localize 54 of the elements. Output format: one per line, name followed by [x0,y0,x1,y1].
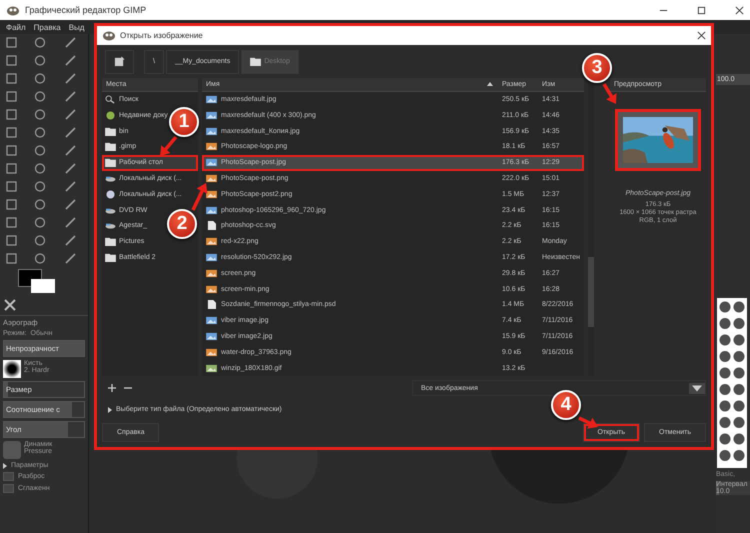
scrollbar[interactable] [588,78,594,376]
folder-icon [250,57,262,66]
image-file-icon [206,348,217,357]
image-file-icon [206,253,217,262]
drive-icon [105,221,116,230]
folder-icon [105,126,116,136]
image-file-icon [206,316,217,326]
image-file-icon [206,158,217,168]
image-file-icon [206,190,217,199]
dialog-title: Открыть изображение [120,30,203,40]
close-icon[interactable] [735,6,744,14]
type-location-button[interactable] [105,50,134,74]
menu-item[interactable]: Выд [68,22,84,32]
document-icon [206,300,217,310]
edit-icon [114,56,125,68]
folder-icon [105,158,116,168]
checkbox[interactable] [3,472,14,481]
gimp-logo-icon [102,29,116,42]
folder-icon [105,253,116,262]
image-file-icon [206,206,217,215]
document-icon [206,221,217,230]
image-file-icon [206,237,217,246]
color-swatches[interactable] [18,269,55,295]
gimp-logo-icon [6,4,20,16]
arrow [160,136,178,156]
image-file-icon [206,126,217,136]
image-file-icon [206,268,217,278]
disc-icon [105,190,116,199]
add-icon[interactable] [108,384,116,392]
image-file-icon [206,332,217,341]
tools-icon [4,299,16,311]
image-file-icon [206,95,217,104]
menu-item[interactable]: Файл [6,22,26,32]
brush-preview[interactable] [3,360,21,378]
image-file-icon [206,142,217,152]
image-file-icon [206,364,217,373]
window-title: Графический редактор GIMP [25,5,146,15]
maximize-icon[interactable] [697,6,706,14]
image-file-icon [206,284,217,294]
image-file-icon [206,174,217,184]
menu-item[interactable]: Правка [34,22,61,32]
expander-icon[interactable] [108,406,112,412]
search-icon [105,95,116,104]
drive-icon [105,206,116,215]
caret-icon [689,382,705,394]
drive-icon [105,174,116,184]
sort-icon [487,82,493,86]
folder-icon [105,237,116,246]
close-icon[interactable] [697,30,706,40]
arrow [191,183,208,211]
arrow [578,416,598,429]
checkbox[interactable] [3,484,14,493]
image-file-icon [206,110,217,120]
folder-icon [105,142,116,152]
